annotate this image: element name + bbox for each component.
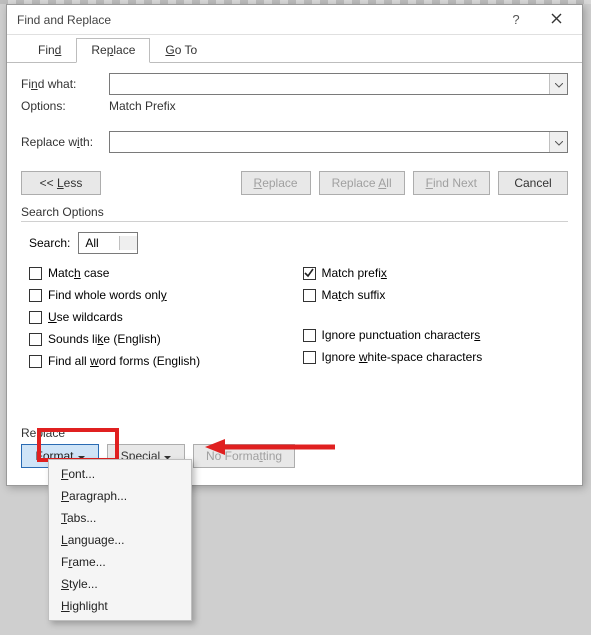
menu-item-highlight[interactable]: Highlight [49,595,191,617]
tab-bar: Find Replace Go To [7,37,582,63]
search-direction-label: Search: [29,236,70,250]
help-button[interactable]: ? [496,6,536,34]
dialog-body: Find what: Options: Match Prefix Replace… [7,63,582,476]
ignore-punct-checkbox[interactable] [303,329,316,342]
replace-button[interactable]: Replace [241,171,311,195]
chevron-down-icon [555,135,563,149]
close-button[interactable] [536,6,576,34]
replace-with-dropdown[interactable] [549,132,567,152]
use-wildcards-label: Use wildcards [48,310,123,324]
menu-item-language[interactable]: Language... [49,529,191,551]
less-button[interactable]: << Less [21,171,101,195]
ignore-white-label: Ignore white-space characters [322,350,483,364]
ignore-white-checkbox[interactable] [303,351,316,364]
replace-with-input[interactable] [110,132,549,152]
menu-item-style[interactable]: Style... [49,573,191,595]
whole-words-label: Find whole words only [48,288,167,302]
replace-with-field[interactable] [109,131,568,153]
menu-item-paragraph[interactable]: Paragraph... [49,485,191,507]
tab-replace[interactable]: Replace [76,38,150,63]
search-direction-dropbtn[interactable] [119,236,137,250]
cancel-button[interactable]: Cancel [498,171,568,195]
match-prefix-checkbox[interactable] [303,267,316,280]
match-prefix-label: Match prefix [322,266,387,280]
match-case-label: Match case [48,266,109,280]
search-options: Search: All Match case Find wh [21,221,568,370]
match-case-checkbox[interactable] [29,267,42,280]
menu-item-font[interactable]: Font... [49,463,191,485]
format-dropdown-menu: Font... Paragraph... Tabs... Language...… [48,459,192,621]
search-options-title: Search Options [21,205,568,219]
find-what-dropdown[interactable] [549,74,567,94]
word-forms-label: Find all word forms (English) [48,354,200,368]
tab-goto[interactable]: Go To [150,38,212,63]
sounds-like-checkbox[interactable] [29,333,42,346]
find-replace-dialog: Find and Replace ? Find Replace Go To Fi… [6,4,583,486]
replace-section-title: Replace [21,426,568,440]
find-next-button[interactable]: Find Next [413,171,490,195]
replace-with-label: Replace with: [21,135,109,149]
find-what-field[interactable] [109,73,568,95]
menu-item-frame[interactable]: Frame... [49,551,191,573]
replace-all-button[interactable]: Replace All [319,171,405,195]
match-suffix-checkbox[interactable] [303,289,316,302]
ignore-punct-label: Ignore punctuation characters [322,328,481,342]
word-forms-checkbox[interactable] [29,355,42,368]
close-icon [551,12,562,27]
options-value: Match Prefix [109,99,176,113]
match-suffix-label: Match suffix [322,288,386,302]
no-formatting-button[interactable]: No Formatting [193,444,295,468]
menu-item-tabs[interactable]: Tabs... [49,507,191,529]
use-wildcards-checkbox[interactable] [29,311,42,324]
find-what-label: Find what: [21,77,109,91]
options-label: Options: [21,99,109,113]
search-direction-select[interactable]: All [78,232,138,254]
find-what-input[interactable] [110,74,549,94]
search-direction-value: All [79,236,119,250]
tab-find[interactable]: Find [23,38,76,63]
chevron-down-icon [555,77,563,91]
whole-words-checkbox[interactable] [29,289,42,302]
titlebar[interactable]: Find and Replace ? [7,5,582,35]
dialog-title: Find and Replace [17,13,496,27]
sounds-like-label: Sounds like (English) [48,332,161,346]
